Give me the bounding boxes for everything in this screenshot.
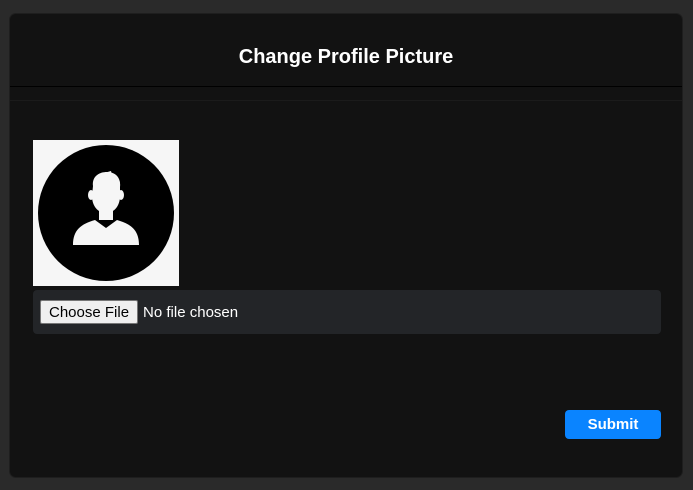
user-silhouette-icon bbox=[38, 145, 174, 281]
choose-file-button[interactable]: Choose File bbox=[40, 300, 139, 324]
file-input-row: Choose File No file chosen bbox=[33, 290, 661, 334]
submit-button[interactable]: Submit bbox=[565, 410, 661, 439]
page-backdrop: Change Profile Picture Choose File No fi… bbox=[0, 0, 693, 490]
avatar-preview bbox=[33, 140, 179, 286]
file-status-text: No file chosen bbox=[143, 303, 239, 321]
change-profile-picture-modal: Change Profile Picture Choose File No fi… bbox=[10, 14, 682, 477]
modal-title: Change Profile Picture bbox=[238, 45, 454, 68]
modal-header: Change Profile Picture bbox=[10, 14, 682, 87]
header-divider bbox=[10, 100, 682, 101]
